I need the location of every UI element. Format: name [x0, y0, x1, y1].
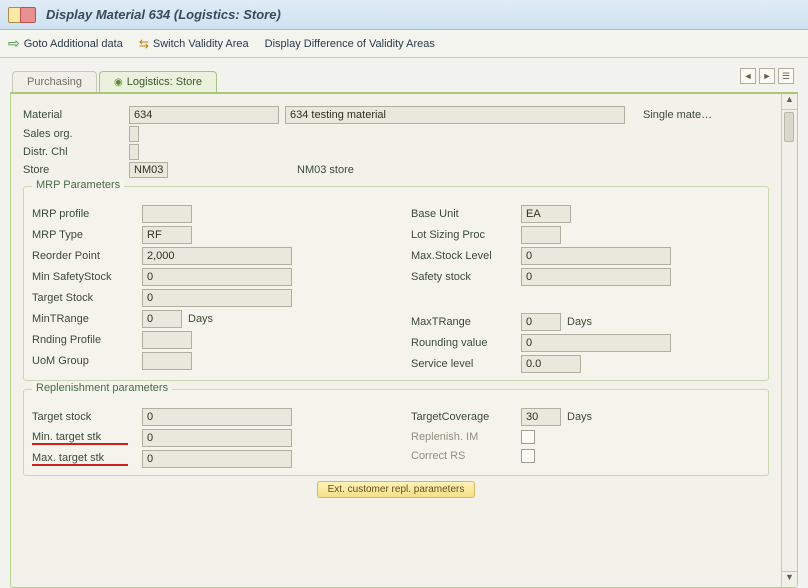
rnding-profile-label: Rnding Profile — [32, 332, 142, 348]
mrp-profile-field[interactable] — [142, 205, 192, 223]
arrow-right-icon: ⇨ — [8, 35, 20, 52]
days-unit-3: Days — [567, 411, 592, 423]
app-icon-2 — [20, 7, 36, 23]
sales-org-label: Sales org. — [23, 126, 123, 142]
min-trange-field[interactable]: 0 — [142, 310, 182, 328]
uom-group-field[interactable] — [142, 352, 192, 370]
panel-content: Material 634 634 testing material Single… — [19, 102, 789, 502]
tab-menu-button[interactable]: ☰ — [778, 68, 794, 84]
target-coverage-label: TargetCoverage — [411, 409, 521, 425]
safety-stock-label: Safety stock — [411, 269, 521, 285]
toolbar: ⇨ Goto Additional data ⇆ Switch Validity… — [0, 30, 808, 58]
store-code-field[interactable]: NM03 — [129, 162, 168, 178]
max-trange-field[interactable]: 0 — [521, 313, 561, 331]
sales-org-field[interactable] — [129, 126, 139, 142]
max-stock-field[interactable]: 0 — [521, 247, 671, 265]
goto-label: Goto Additional data — [24, 38, 123, 50]
service-level-field[interactable]: 0.0 — [521, 355, 581, 373]
uom-group-label: UoM Group — [32, 353, 142, 369]
target-coverage-field[interactable]: 30 — [521, 408, 561, 426]
scroll-up-button[interactable]: ▲ — [782, 94, 797, 110]
switch-label: Switch Validity Area — [153, 38, 249, 50]
max-target-stk-field[interactable]: 0 — [142, 450, 292, 468]
store-label: Store — [23, 162, 123, 178]
tab-prev-button[interactable]: ◄ — [740, 68, 756, 84]
days-unit-2: Days — [567, 316, 592, 328]
repl-target-stock-label: Target stock — [32, 409, 142, 425]
scroll-thumb[interactable] — [784, 112, 794, 142]
diff-label: Display Difference of Validity Areas — [265, 38, 435, 50]
material-number-field[interactable]: 634 — [129, 106, 279, 124]
safety-stock-field[interactable]: 0 — [521, 268, 671, 286]
repl-target-stock-field[interactable]: 0 — [142, 408, 292, 426]
app-icons — [8, 7, 36, 23]
tab-next-button[interactable]: ► — [759, 68, 775, 84]
max-target-stk-label: Max. target stk — [32, 450, 142, 468]
base-unit-field[interactable]: EA — [521, 205, 571, 223]
footer-area: Ext. customer repl. parameters — [23, 481, 769, 498]
min-trange-label: MinTRange — [32, 311, 142, 327]
lot-sizing-label: Lot Sizing Proc — [411, 227, 521, 243]
min-safety-label: Min SafetyStock — [32, 269, 142, 285]
target-stock-label: Target Stock — [32, 290, 142, 306]
active-dot-icon: ◉ — [114, 77, 123, 88]
min-safety-field[interactable]: 0 — [142, 268, 292, 286]
correct-rs-checkbox[interactable] — [521, 449, 535, 463]
tab-logistics-store[interactable]: ◉Logistics: Store — [99, 71, 217, 92]
replenish-im-label: Replenish. IM — [411, 429, 521, 445]
target-stock-field[interactable]: 0 — [142, 289, 292, 307]
scrollbar-vertical[interactable]: ▲ ▼ — [781, 94, 797, 587]
mrp-type-label: MRP Type — [32, 227, 142, 243]
goto-additional-data-button[interactable]: ⇨ Goto Additional data — [8, 35, 123, 52]
distr-chl-label: Distr. Chl — [23, 144, 123, 160]
rounding-value-label: Rounding value — [411, 335, 521, 351]
header-grid: Material 634 634 testing material Single… — [23, 106, 769, 178]
display-difference-button[interactable]: Display Difference of Validity Areas — [265, 38, 435, 50]
reorder-point-label: Reorder Point — [32, 248, 142, 264]
reorder-point-field[interactable]: 2,000 — [142, 247, 292, 265]
material-label: Material — [23, 107, 123, 123]
single-indicator: Single mate… — [631, 109, 769, 121]
max-target-stk-text: Max. target stk — [32, 452, 128, 466]
repl-right-col: TargetCoverage30 Days Replenish. IM Corre… — [411, 408, 760, 471]
tab-purchasing[interactable]: Purchasing — [12, 71, 97, 92]
store-name: NM03 store — [285, 164, 625, 176]
distr-chl-field[interactable] — [129, 144, 139, 160]
ext-customer-repl-button[interactable]: Ext. customer repl. parameters — [317, 481, 476, 498]
title-bar: Display Material 634 (Logistics: Store) — [0, 0, 808, 30]
min-target-stk-text: Min. target stk — [32, 431, 128, 445]
rounding-value-field[interactable]: 0 — [521, 334, 671, 352]
mrp-parameters-group: MRP Parameters MRP profile MRP TypeRF Re… — [23, 186, 769, 381]
base-unit-label: Base Unit — [411, 206, 521, 222]
correct-rs-label: Correct RS — [411, 448, 521, 464]
replenishment-group: Replenishment parameters Target stock0 M… — [23, 389, 769, 476]
mrp-type-field[interactable]: RF — [142, 226, 192, 244]
tab-strip: Purchasing ◉Logistics: Store ◄ ► ☰ — [0, 66, 808, 92]
min-target-stk-label: Min. target stk — [32, 429, 142, 447]
tab-nav: ◄ ► ☰ — [740, 68, 794, 84]
mrp-group-title: MRP Parameters — [32, 179, 124, 191]
material-desc-field[interactable]: 634 testing material — [285, 106, 625, 124]
days-unit-1: Days — [188, 313, 213, 325]
switch-validity-button[interactable]: ⇆ Switch Validity Area — [139, 37, 249, 51]
mrp-right-col: Base UnitEA Lot Sizing Proc Max.Stock Le… — [411, 205, 760, 376]
service-level-label: Service level — [411, 356, 521, 372]
min-target-stk-field[interactable]: 0 — [142, 429, 292, 447]
rnding-profile-field[interactable] — [142, 331, 192, 349]
max-stock-label: Max.Stock Level — [411, 248, 521, 264]
repl-group-title: Replenishment parameters — [32, 382, 172, 394]
main-panel: ▲ ▼ Material 634 634 testing material Si… — [10, 92, 798, 588]
replenish-im-checkbox[interactable] — [521, 430, 535, 444]
mrp-profile-label: MRP profile — [32, 206, 142, 222]
max-trange-label: MaxTRange — [411, 314, 521, 330]
mrp-left-col: MRP profile MRP TypeRF Reorder Point2,00… — [32, 205, 381, 376]
repl-left-col: Target stock0 Min. target stk0 Max. targ… — [32, 408, 381, 471]
scroll-down-button[interactable]: ▼ — [782, 571, 797, 587]
lot-sizing-field[interactable] — [521, 226, 561, 244]
page-title: Display Material 634 (Logistics: Store) — [46, 7, 281, 22]
swap-icon: ⇆ — [139, 37, 149, 51]
